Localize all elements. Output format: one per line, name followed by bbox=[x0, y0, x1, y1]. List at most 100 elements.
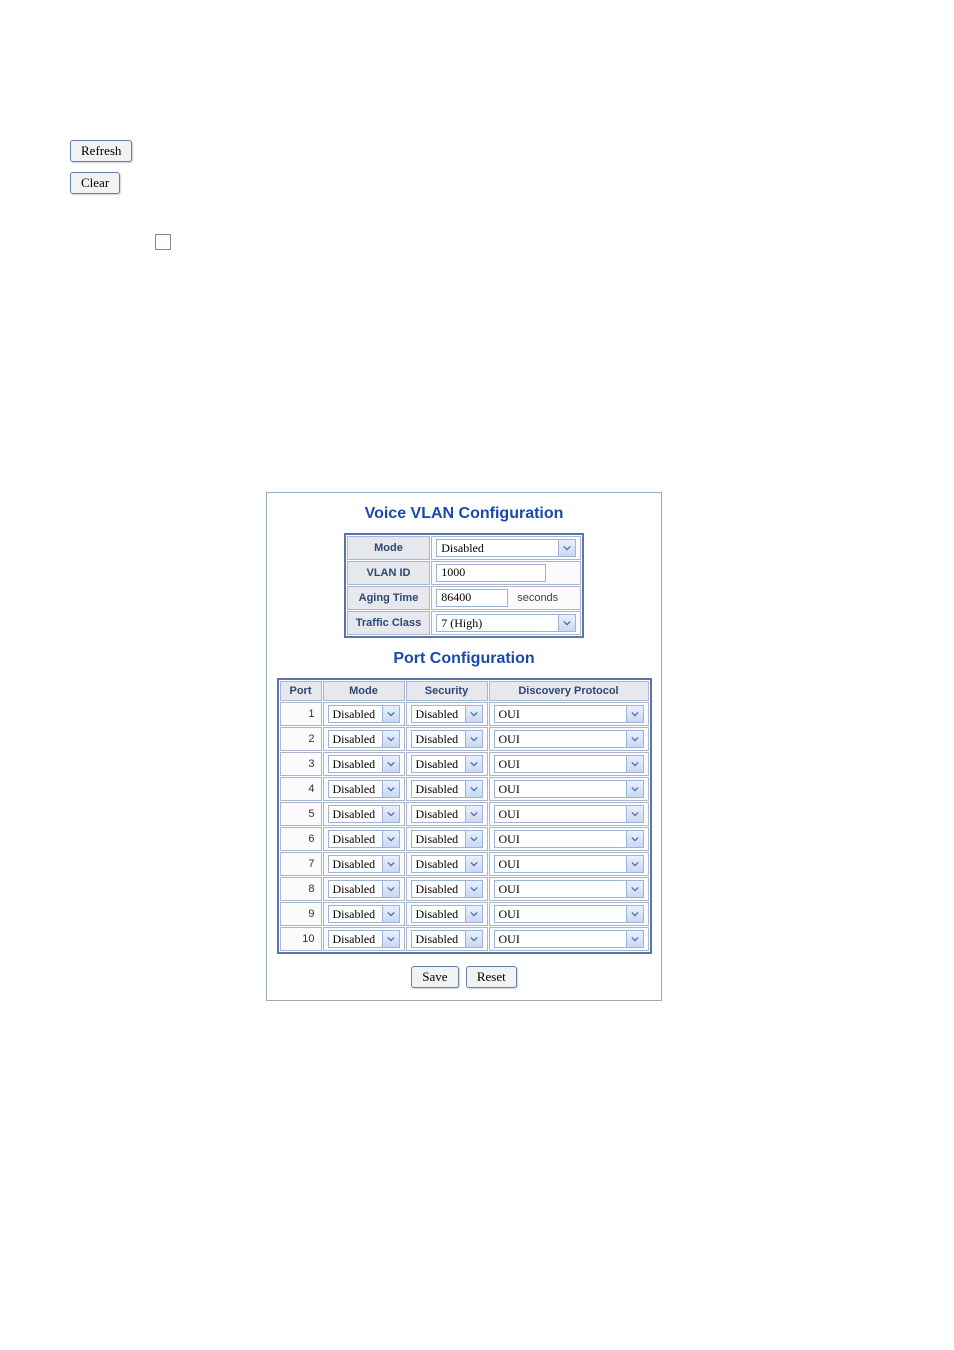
port-discovery-value: OUI bbox=[495, 782, 626, 797]
port-security-select[interactable]: Disabled bbox=[411, 755, 483, 773]
port-security-value: Disabled bbox=[412, 807, 465, 822]
chevron-down-icon bbox=[382, 931, 399, 947]
table-row: 10 Disabled Disabled OUI bbox=[280, 927, 649, 951]
port-discovery-value: OUI bbox=[495, 857, 626, 872]
port-security-select[interactable]: Disabled bbox=[411, 880, 483, 898]
aging-time-input[interactable]: 86400 bbox=[436, 589, 508, 607]
port-mode-value: Disabled bbox=[329, 932, 382, 947]
port-security-select[interactable]: Disabled bbox=[411, 905, 483, 923]
port-mode-select[interactable]: Disabled bbox=[328, 780, 400, 798]
port-number: 6 bbox=[280, 827, 322, 851]
port-mode-select[interactable]: Disabled bbox=[328, 880, 400, 898]
mode-label: Mode bbox=[347, 536, 430, 560]
table-row: 8 Disabled Disabled OUI bbox=[280, 877, 649, 901]
traffic-class-select[interactable]: 7 (High) bbox=[436, 614, 576, 632]
chevron-down-icon bbox=[626, 706, 643, 722]
port-discovery-select[interactable]: OUI bbox=[494, 855, 644, 873]
col-discovery: Discovery Protocol bbox=[489, 681, 649, 701]
vlan-id-label: VLAN ID bbox=[347, 561, 430, 585]
port-discovery-select[interactable]: OUI bbox=[494, 730, 644, 748]
port-number: 4 bbox=[280, 777, 322, 801]
top-button-group: Refresh Clear bbox=[0, 0, 954, 194]
port-mode-select[interactable]: Disabled bbox=[328, 905, 400, 923]
port-mode-select[interactable]: Disabled bbox=[328, 805, 400, 823]
chevron-down-icon bbox=[626, 856, 643, 872]
table-row: 3DisabledDisabledOUI bbox=[280, 752, 649, 776]
port-mode-value: Disabled bbox=[329, 782, 382, 797]
port-mode-select[interactable]: Disabled bbox=[328, 830, 400, 848]
chevron-down-icon bbox=[465, 881, 482, 897]
clear-button[interactable]: Clear bbox=[70, 172, 120, 194]
table-row: 7DisabledDisabledOUI bbox=[280, 852, 649, 876]
mode-select[interactable]: Disabled bbox=[436, 539, 576, 557]
port-number: 8 bbox=[280, 877, 322, 901]
port-mode-value: Disabled bbox=[329, 907, 382, 922]
chevron-down-icon bbox=[465, 756, 482, 772]
aging-time-label: Aging Time bbox=[347, 586, 430, 610]
save-button[interactable]: Save bbox=[411, 966, 458, 988]
port-security-select[interactable]: Disabled bbox=[411, 930, 483, 948]
table-row: 4 Disabled Disabled OUI bbox=[280, 777, 649, 801]
chevron-down-icon bbox=[465, 906, 482, 922]
chevron-down-icon bbox=[465, 931, 482, 947]
chevron-down-icon bbox=[382, 731, 399, 747]
port-mode-value: Disabled bbox=[329, 807, 382, 822]
port-discovery-value: OUI bbox=[495, 807, 626, 822]
port-security-select[interactable]: Disabled bbox=[411, 855, 483, 873]
port-security-select[interactable]: Disabled bbox=[411, 780, 483, 798]
refresh-button[interactable]: Refresh bbox=[70, 140, 132, 162]
port-mode-select[interactable]: Disabled bbox=[328, 930, 400, 948]
port-mode-select[interactable]: Disabled bbox=[328, 855, 400, 873]
port-number: 5 bbox=[280, 802, 322, 826]
port-discovery-select[interactable]: OUI bbox=[494, 705, 644, 723]
chevron-down-icon bbox=[465, 831, 482, 847]
chevron-down-icon bbox=[465, 731, 482, 747]
port-discovery-select[interactable]: OUI bbox=[494, 755, 644, 773]
port-mode-select[interactable]: Disabled bbox=[328, 755, 400, 773]
table-row: 2 Disabled Disabled OUI bbox=[280, 727, 649, 751]
chevron-down-icon bbox=[626, 906, 643, 922]
port-discovery-select[interactable]: OUI bbox=[494, 780, 644, 798]
checkbox[interactable] bbox=[155, 234, 171, 250]
chevron-down-icon bbox=[382, 856, 399, 872]
port-discovery-select[interactable]: OUI bbox=[494, 905, 644, 923]
chevron-down-icon bbox=[626, 831, 643, 847]
col-port: Port bbox=[280, 681, 322, 701]
reset-button[interactable]: Reset bbox=[466, 966, 517, 988]
chevron-down-icon bbox=[626, 781, 643, 797]
chevron-down-icon bbox=[626, 756, 643, 772]
port-security-value: Disabled bbox=[412, 907, 465, 922]
port-security-select[interactable]: Disabled bbox=[411, 830, 483, 848]
chevron-down-icon bbox=[465, 781, 482, 797]
col-mode: Mode bbox=[323, 681, 405, 701]
port-discovery-value: OUI bbox=[495, 832, 626, 847]
aging-time-unit: seconds bbox=[511, 592, 558, 604]
table-row: 5 Disabled Disabled OUI bbox=[280, 802, 649, 826]
voice-vlan-title: Voice VLAN Configuration bbox=[267, 505, 661, 523]
chevron-down-icon bbox=[465, 856, 482, 872]
port-mode-select[interactable]: Disabled bbox=[328, 705, 400, 723]
vlan-id-input[interactable]: 1000 bbox=[436, 564, 546, 582]
traffic-class-label: Traffic Class bbox=[347, 611, 430, 635]
port-discovery-select[interactable]: OUI bbox=[494, 930, 644, 948]
table-row: 9DisabledDisabledOUI bbox=[280, 902, 649, 926]
port-number: 2 bbox=[280, 727, 322, 751]
port-mode-select[interactable]: Disabled bbox=[328, 730, 400, 748]
port-security-select[interactable]: Disabled bbox=[411, 705, 483, 723]
chevron-down-icon bbox=[382, 781, 399, 797]
port-discovery-value: OUI bbox=[495, 932, 626, 947]
col-security: Security bbox=[406, 681, 488, 701]
port-security-select[interactable]: Disabled bbox=[411, 805, 483, 823]
port-security-select[interactable]: Disabled bbox=[411, 730, 483, 748]
traffic-class-value: 7 (High) bbox=[437, 616, 558, 631]
port-discovery-select[interactable]: OUI bbox=[494, 880, 644, 898]
voice-vlan-panel: Voice VLAN Configuration Mode Disabled V… bbox=[266, 492, 662, 1001]
port-security-value: Disabled bbox=[412, 757, 465, 772]
mode-select-value: Disabled bbox=[437, 541, 558, 556]
port-mode-value: Disabled bbox=[329, 757, 382, 772]
port-discovery-select[interactable]: OUI bbox=[494, 805, 644, 823]
port-security-value: Disabled bbox=[412, 707, 465, 722]
port-number: 10 bbox=[280, 927, 322, 951]
chevron-down-icon bbox=[465, 806, 482, 822]
port-discovery-select[interactable]: OUI bbox=[494, 830, 644, 848]
